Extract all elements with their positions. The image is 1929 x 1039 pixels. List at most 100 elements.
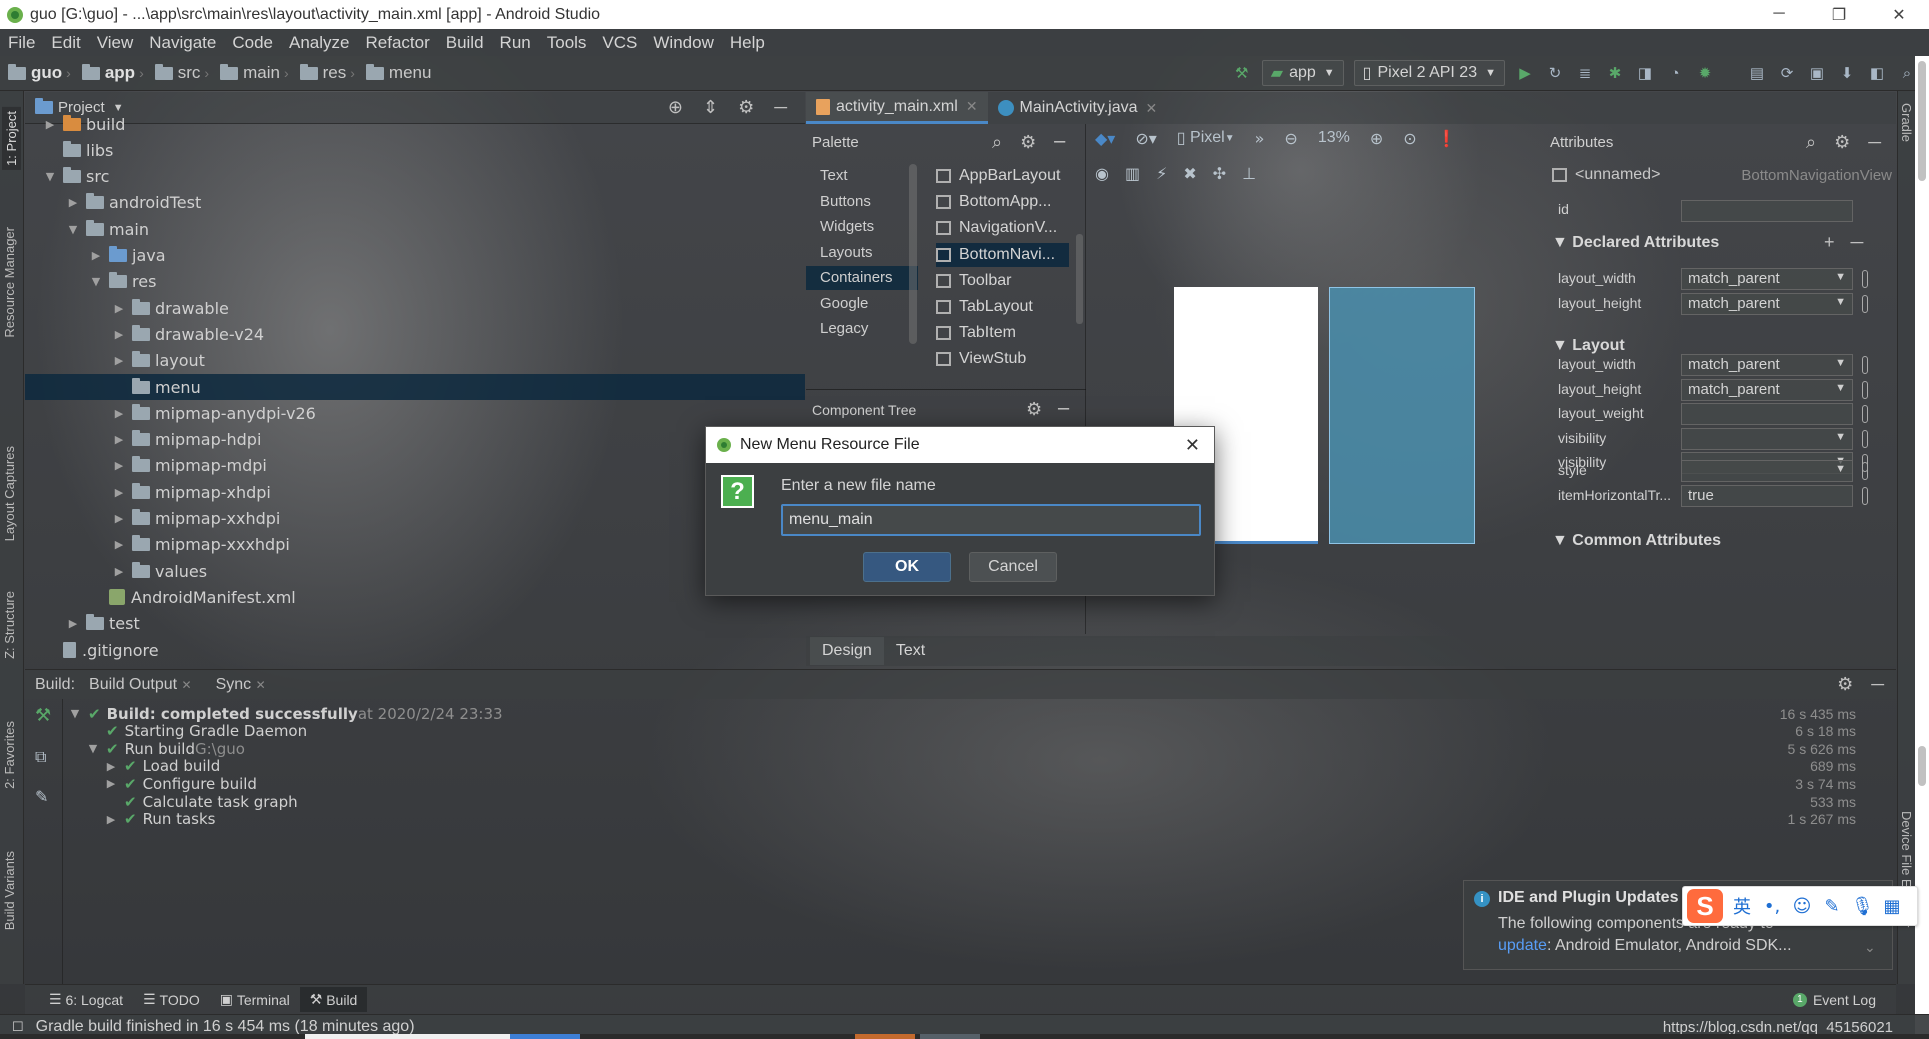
punctuation-icon[interactable]: •, xyxy=(1761,896,1783,917)
toolbox-icon[interactable]: ▦ xyxy=(1881,896,1903,917)
rerun-icon[interactable]: ↻ xyxy=(1545,63,1565,83)
palette-category[interactable]: Text xyxy=(820,164,848,188)
maximize-button[interactable]: ❐ xyxy=(1809,5,1869,25)
tab-build-output[interactable]: Build Output ✕ xyxy=(89,676,192,694)
expand-arrow-icon[interactable]: ▶ xyxy=(112,538,126,551)
resource-picker-icon[interactable] xyxy=(1862,462,1868,480)
resource-picker-icon[interactable] xyxy=(1862,380,1868,399)
hammer-icon[interactable]: ⚒ xyxy=(35,705,51,726)
collapse-arrow-icon[interactable]: ▼ xyxy=(66,223,80,236)
menu-navigate[interactable]: Navigate xyxy=(141,33,224,53)
palette-category[interactable]: Google xyxy=(820,292,868,316)
expand-arrow-icon[interactable]: ▶ xyxy=(43,118,57,131)
tree-item[interactable]: .gitignore xyxy=(25,637,805,663)
attribute-value-field[interactable]: match_parent ▼ xyxy=(1681,293,1853,315)
debug-icon[interactable]: ✱ xyxy=(1605,63,1625,83)
tree-item[interactable]: ▼ src xyxy=(25,164,805,190)
tree-item[interactable]: ▶ test xyxy=(25,611,805,637)
search-icon[interactable]: ⌕ xyxy=(992,132,1002,153)
palette-item[interactable]: ViewStub xyxy=(936,347,1026,371)
menu-view[interactable]: View xyxy=(89,33,142,53)
palette-scrollbar[interactable] xyxy=(1076,234,1083,324)
menu-edit[interactable]: Edit xyxy=(43,33,88,53)
tree-item[interactable]: ▼ res xyxy=(25,269,805,295)
apply-changes-icon[interactable]: ≣ xyxy=(1575,63,1595,83)
zoom-in-icon[interactable]: ⊕ xyxy=(1370,129,1383,148)
attribute-value-field[interactable] xyxy=(1681,403,1853,425)
attribute-value-field[interactable]: match_parent ▼ xyxy=(1681,354,1853,376)
tab-todo[interactable]: ☰ TODO xyxy=(133,987,210,1012)
layout-inspector-icon[interactable]: ◧ xyxy=(1867,63,1887,83)
tree-item[interactable]: ▶ java xyxy=(25,243,805,269)
tree-item[interactable]: ▶ mipmap-xhdpi xyxy=(25,479,805,505)
ime-toolbar[interactable]: S 英 •, ☺ ✎ 🎙 ▦ xyxy=(1682,886,1918,926)
expand-arrow-icon[interactable]: ▶ xyxy=(112,512,126,525)
sogou-logo-icon[interactable]: S xyxy=(1687,889,1723,923)
menu-tools[interactable]: Tools xyxy=(539,33,595,53)
palette-item[interactable]: NavigationV... xyxy=(936,216,1057,240)
expand-arrow-icon[interactable]: ▶ xyxy=(89,249,103,262)
project-tool-tab[interactable]: 1: Project xyxy=(2,107,21,170)
expand-arrow-icon[interactable]: ▶ xyxy=(112,328,126,341)
skin-icon[interactable]: ✎ xyxy=(1821,896,1843,917)
expand-arrow-icon[interactable]: ▶ xyxy=(66,196,80,209)
toggle-view-icon[interactable]: ⧉ xyxy=(35,747,46,767)
gear-icon[interactable]: ⚙ xyxy=(1837,674,1853,695)
palette-item[interactable]: Toolbar xyxy=(936,269,1011,293)
tree-item[interactable]: ▶ mipmap-xxxhdpi xyxy=(25,532,805,558)
avd-manager-icon[interactable]: ▣ xyxy=(1807,63,1827,83)
common-attributes-header[interactable]: ▼ Common Attributes xyxy=(1552,532,1721,550)
chevron-down-icon[interactable]: ▼ xyxy=(1835,431,1846,443)
attribute-value-field[interactable]: ▼ xyxy=(1681,427,1853,450)
chevron-down-icon[interactable]: ▼ xyxy=(1835,271,1846,283)
layout-header[interactable]: ▼ Layout xyxy=(1552,337,1625,355)
resource-picker-icon[interactable] xyxy=(1862,429,1868,448)
tree-item[interactable]: ▶ mipmap-hdpi xyxy=(25,427,805,453)
add-attribute-icon[interactable]: + xyxy=(1824,232,1835,253)
pin-icon[interactable]: ✎ xyxy=(35,787,48,806)
file-name-input[interactable] xyxy=(781,504,1201,536)
warnings-icon[interactable]: ❗ xyxy=(1437,129,1457,148)
chevron-down-icon[interactable]: ⌄ xyxy=(1864,939,1876,956)
update-link[interactable]: update xyxy=(1498,937,1547,954)
device-dropdown[interactable]: ▯ Pixel 2 API 23 ▼ xyxy=(1353,60,1505,86)
menu-help[interactable]: Help xyxy=(722,33,773,53)
collapse-arrow-icon[interactable]: ▼ xyxy=(43,170,57,183)
expand-arrow-icon[interactable]: ▶ xyxy=(104,777,118,790)
sync-gradle-icon[interactable]: ⟳ xyxy=(1777,63,1797,83)
close-window-button[interactable]: ✕ xyxy=(1869,5,1929,25)
eye-icon[interactable]: ◉ xyxy=(1095,164,1109,183)
emoji-icon[interactable]: ☺ xyxy=(1791,896,1813,917)
minimize-icon[interactable]: ─ xyxy=(1868,132,1881,153)
menu-build[interactable]: Build xyxy=(438,33,492,53)
palette-category[interactable]: Containers xyxy=(806,266,918,290)
tab-design[interactable]: Design xyxy=(810,637,884,665)
expand-arrow-icon[interactable]: ▶ xyxy=(112,459,126,472)
resource-picker-icon[interactable] xyxy=(1862,487,1868,505)
close-tab-icon[interactable]: ✕ xyxy=(1146,100,1158,117)
expand-arrow-icon[interactable]: ▶ xyxy=(66,617,80,630)
guidelines-icon[interactable]: ⊥ xyxy=(1242,164,1256,183)
search-icon[interactable]: ⌕ xyxy=(1897,63,1917,83)
blueprint-preview[interactable] xyxy=(1329,287,1475,544)
breadcrumb-item[interactable]: main › xyxy=(212,63,292,83)
remove-attribute-icon[interactable]: ─ xyxy=(1851,232,1864,253)
palette-item[interactable]: TabLayout xyxy=(936,295,1033,319)
tree-item[interactable]: ▶ values xyxy=(25,558,805,584)
layout-captures-tab[interactable]: Layout Captures xyxy=(2,446,17,541)
collapse-arrow-icon[interactable]: ▼ xyxy=(68,707,82,720)
minimize-icon[interactable]: ─ xyxy=(1058,399,1069,420)
tree-item[interactable]: ▼ main xyxy=(25,216,805,242)
breadcrumb-item[interactable]: res › xyxy=(292,63,358,83)
minimize-icon[interactable]: ─ xyxy=(1871,674,1884,695)
gear-icon[interactable]: ⚙ xyxy=(1834,132,1850,153)
menu-analyze[interactable]: Analyze xyxy=(281,33,357,53)
palette-category[interactable]: Widgets xyxy=(820,215,874,239)
close-tab-icon[interactable]: ✕ xyxy=(966,98,978,115)
attribute-value-field[interactable]: ▼ xyxy=(1681,460,1853,482)
palette-category[interactable]: Layouts xyxy=(820,241,873,265)
build-variants-tab[interactable]: Build Variants xyxy=(2,851,17,930)
breadcrumb-item[interactable]: menu xyxy=(358,63,435,83)
tab-logcat[interactable]: ☰ 6: Logcat xyxy=(39,987,133,1012)
tab-sync[interactable]: Sync ✕ xyxy=(216,676,266,694)
